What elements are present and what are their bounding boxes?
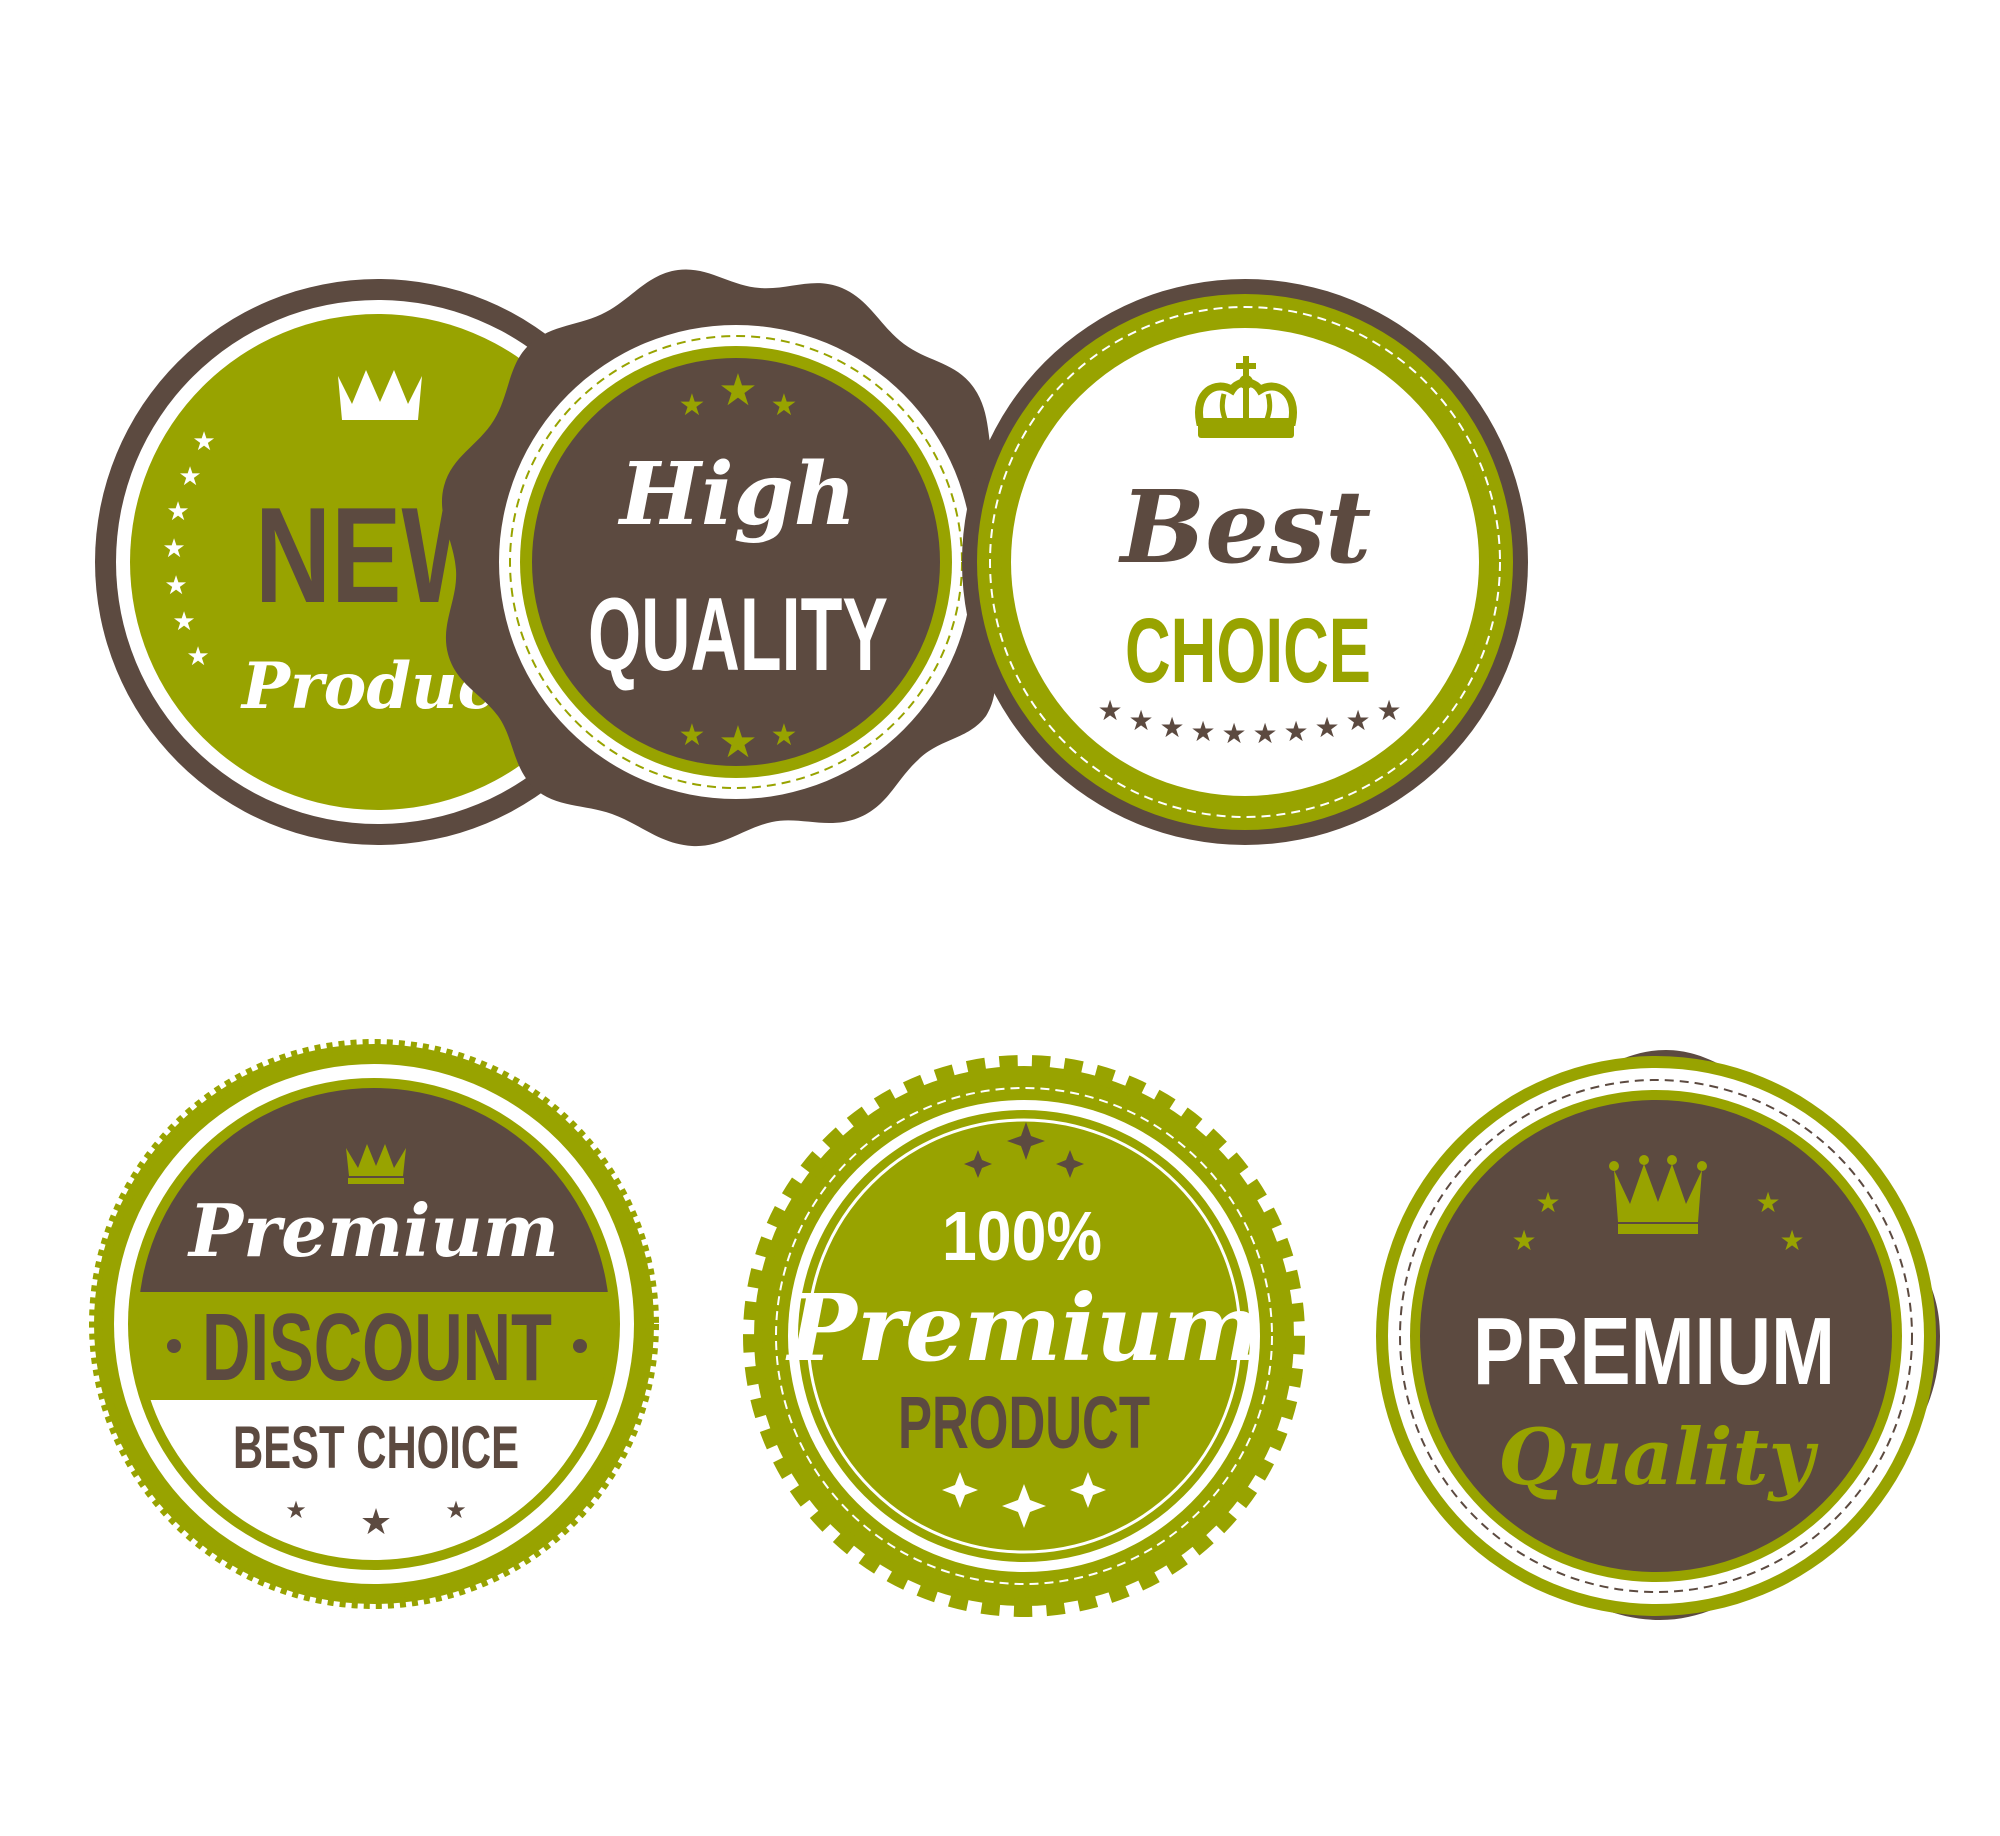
svg-text:★: ★ [771, 718, 798, 753]
svg-text:★: ★ [445, 1496, 467, 1524]
badge-collection: ★★★ ★★★ ★ ★★★ ★★★ ★ NEW Product ★ ★ ★ ★ … [89, 269, 1940, 1620]
svg-text:★: ★ [1511, 1224, 1536, 1257]
svg-text:★: ★ [1376, 694, 1401, 727]
dot-left [167, 1339, 181, 1353]
badge-subtitle: DISCOUNT [202, 1294, 552, 1401]
svg-text:★: ★ [1128, 704, 1153, 737]
svg-text:★: ★ [1097, 694, 1122, 727]
dot-right [573, 1339, 587, 1353]
badge-subtitle: PRODUCT [898, 1381, 1150, 1464]
badge-best-choice: Best CHOICE ★ ★ ★ ★ ★ ★ ★ ★ ★ ★ [962, 279, 1528, 845]
badge-title: Best [1118, 468, 1372, 586]
badge-title: Premium [187, 1188, 559, 1273]
badge-premium-quality: ★ ★ ★ ★ PREMIUM Quality [1376, 1050, 1940, 1620]
svg-text:★: ★ [771, 388, 798, 423]
svg-text:★: ★ [1221, 717, 1246, 750]
badge-premium-discount: Premium DISCOUNT BEST CHOICE ★ ★ ★ [89, 1039, 659, 1609]
badge-title: PREMIUM [1473, 1298, 1835, 1405]
svg-text:★: ★ [679, 388, 706, 423]
svg-text:★: ★ [360, 1502, 392, 1543]
badge-percent: 100% [942, 1197, 1102, 1275]
badge-tagline: BEST CHOICE [233, 1414, 519, 1481]
badge-premium-product: 100% Premium PRODUCT [743, 1055, 1305, 1617]
svg-text:★: ★ [285, 1496, 307, 1524]
svg-text:★: ★ [1314, 711, 1339, 744]
svg-text:★: ★ [192, 427, 215, 457]
svg-text:★: ★ [1190, 715, 1215, 748]
svg-text:★: ★ [1779, 1224, 1804, 1257]
svg-text:★: ★ [1535, 1186, 1560, 1219]
svg-text:★: ★ [178, 462, 201, 492]
badge-subtitle: QUALITY [588, 577, 888, 693]
svg-text:★: ★ [166, 497, 189, 527]
badge-subtitle: Quality [1498, 1412, 1818, 1503]
svg-text:★: ★ [1159, 711, 1184, 744]
svg-text:★: ★ [162, 534, 185, 564]
svg-text:★: ★ [1252, 717, 1277, 750]
badge-subtitle: CHOICE [1125, 600, 1371, 702]
svg-text:★: ★ [164, 571, 187, 601]
svg-text:★: ★ [186, 642, 209, 672]
svg-text:★: ★ [1283, 715, 1308, 748]
badge-high-quality: ★ ★ ★ ★ ★ ★ High QUALITY [441, 269, 1014, 847]
badge-title: Premium [785, 1274, 1261, 1382]
svg-text:★: ★ [718, 365, 757, 416]
svg-text:★: ★ [718, 717, 757, 768]
svg-text:★: ★ [679, 718, 706, 753]
svg-text:★: ★ [1755, 1186, 1780, 1219]
svg-text:★: ★ [172, 607, 195, 637]
badge-title: High [617, 444, 857, 545]
svg-text:★: ★ [1345, 704, 1370, 737]
